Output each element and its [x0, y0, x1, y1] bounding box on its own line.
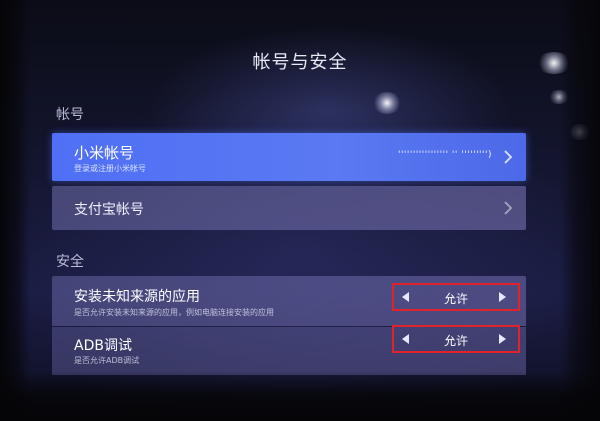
item-title: ADB调试: [74, 338, 132, 354]
arrow-right-icon[interactable]: [499, 334, 506, 344]
alipay-account-item[interactable]: 支付宝帐号: [52, 186, 526, 230]
item-subtitle: 是否允许安装未知来源的应用，例如电脑连接安装的应用: [74, 308, 274, 317]
install-unknown-sources-item[interactable]: 安装未知来源的应用 是否允许安装未知来源的应用，例如电脑连接安装的应用 允许: [52, 276, 526, 326]
screen-bezel: [560, 0, 600, 421]
adb-debug-selector[interactable]: 允许: [392, 325, 520, 353]
chevron-right-icon: [504, 150, 513, 164]
install-unknown-selector[interactable]: 允许: [392, 283, 520, 311]
section-label-account: 帐号: [56, 107, 84, 123]
screen-bezel: [0, 371, 600, 421]
item-subtitle: 是否允许ADB调试: [74, 356, 140, 365]
section-label-security: 安全: [56, 254, 84, 270]
account-value: ''''''''''''''''' '' '''''''''): [397, 150, 492, 160]
chevron-right-icon: [504, 201, 513, 215]
screen-reflection: [372, 92, 402, 114]
page-title: 帐号与安全: [252, 52, 348, 73]
item-title: 支付宝帐号: [74, 202, 144, 218]
item-title: 安装未知来源的应用: [74, 289, 200, 305]
screen-bezel: [0, 0, 30, 421]
adb-debug-item[interactable]: ADB调试 是否允许ADB调试 允许: [52, 325, 526, 375]
item-title: 小米帐号: [74, 144, 135, 162]
arrow-right-icon[interactable]: [499, 292, 506, 302]
tv-settings-screen: 帐号与安全 帐号 小米帐号 登录或注册小米帐号 ''''''''''''''''…: [0, 0, 600, 421]
item-subtitle: 登录或注册小米帐号: [74, 164, 146, 173]
xiaomi-account-item[interactable]: 小米帐号 登录或注册小米帐号 ''''''''''''''''' '' ''''…: [52, 133, 526, 181]
